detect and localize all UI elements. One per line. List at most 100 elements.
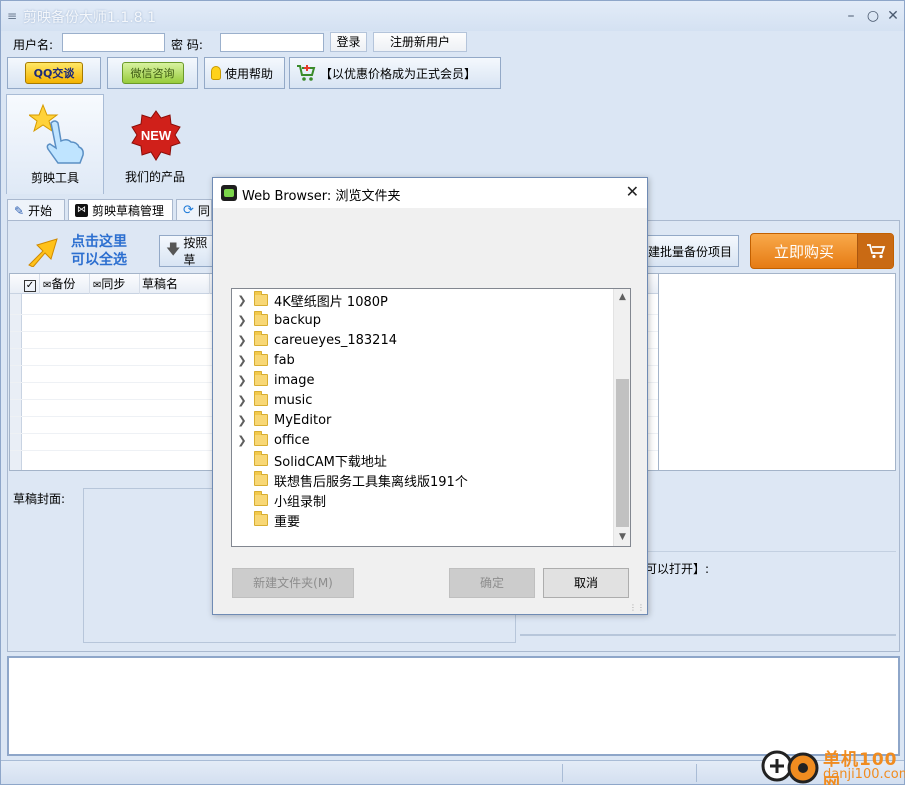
folder-tree[interactable]: ❯ 4K壁纸图片 1080P ❯ backup ❯ careueyes_183214 ❯ fa… (231, 288, 631, 547)
column-draft-name[interactable]: 草稿名 (140, 274, 210, 294)
help-button[interactable]: 使用帮助 (204, 57, 285, 89)
browse-folder-dialog: Web Browser: 浏览文件夹 ✕ ❯ 4K壁纸图片 1080P ❯ backu… (212, 177, 648, 615)
scroll-thumb[interactable] (616, 379, 629, 527)
username-input[interactable] (62, 33, 165, 52)
folder-icon (254, 351, 268, 366)
select-all-checkbox[interactable]: ✓ (22, 274, 40, 294)
arrow-down-icon: 🡇 (166, 242, 181, 258)
vertical-scrollbar[interactable]: ▲ ▼ (613, 289, 630, 546)
watermark: 单机100网 danji100.com (761, 746, 905, 785)
qq-chat-button[interactable]: QQ交谈 (7, 57, 101, 89)
password-label: 密 码: (171, 38, 203, 52)
chevron-right-icon[interactable]: ❯ (234, 394, 250, 407)
folder-item[interactable]: ❯ office (232, 430, 612, 450)
status-cell (1, 764, 563, 782)
folder-item[interactable]: SolidCAM下载地址 (232, 450, 612, 470)
dialog-close-icon[interactable]: ✕ (626, 182, 639, 201)
username-label: 用户名: (13, 38, 54, 52)
dialog-title-bar: Web Browser: 浏览文件夹 ✕ (213, 178, 647, 208)
title-bar: ≡ 剪映备份大师1.1.8.1 – ○ ✕ (1, 1, 904, 31)
folder-name: MyEditor (274, 412, 332, 428)
select-all-line1: 点击这里 (71, 234, 127, 250)
scroll-down-icon[interactable]: ▼ (614, 529, 630, 546)
folder-name: careueyes_183214 (274, 332, 397, 348)
cancel-button[interactable]: 取消 (543, 568, 629, 598)
folder-item[interactable]: ❯ image (232, 370, 612, 390)
column-sync[interactable]: ✉同步 (90, 274, 140, 294)
folder-item[interactable]: ❯ careueyes_183214 (232, 330, 612, 350)
window-title: 剪映备份大师1.1.8.1 (23, 10, 156, 26)
wechat-button[interactable]: 微信咨询 (107, 57, 198, 89)
folder-icon (254, 491, 268, 506)
status-cell (563, 764, 697, 782)
divider (520, 634, 896, 636)
folder-name: backup (274, 312, 321, 328)
scroll-up-icon[interactable]: ▲ (614, 289, 630, 306)
cart-icon (297, 65, 316, 81)
folder-icon (254, 331, 268, 346)
register-button[interactable]: 注册新用户 (373, 32, 467, 52)
folder-item[interactable]: 小组录制 (232, 490, 612, 510)
chevron-right-icon[interactable]: ❯ (234, 314, 250, 327)
chevron-right-icon[interactable]: ❯ (234, 334, 250, 347)
vip-button[interactable]: 【以优惠价格成为正式会员】 (289, 57, 501, 89)
column-sync-label: 同步 (101, 277, 126, 291)
chevron-right-icon[interactable]: ❯ (234, 294, 250, 307)
maximize-icon[interactable]: ○ (863, 7, 883, 25)
new-badge-icon: NEW (131, 110, 181, 161)
folder-item[interactable]: ❯ 4K壁纸图片 1080P (232, 290, 612, 310)
folder-icon (254, 311, 268, 326)
tab-start[interactable]: ✎ 开始 (7, 199, 65, 221)
column-backup-label: 备份 (51, 277, 76, 291)
ok-button[interactable]: 确定 (449, 568, 535, 598)
password-input[interactable] (220, 33, 324, 52)
folder-item[interactable]: 重要 (232, 510, 612, 530)
detail-pane (659, 273, 896, 471)
buy-now-button[interactable]: 立即购买 (750, 233, 894, 269)
tab-draft-manager-label: 剪映草稿管理 (92, 204, 165, 218)
folder-item[interactable]: ❯ fab (232, 350, 612, 370)
chevron-right-icon[interactable]: ❯ (234, 374, 250, 387)
minimize-icon[interactable]: – (841, 7, 861, 25)
batch-backup-button[interactable]: 建批量备份项目 (641, 235, 739, 267)
nav-jianying-tools[interactable]: 剪映工具 (6, 94, 104, 194)
dialog-title: Web Browser: 浏览文件夹 (242, 189, 401, 204)
folder-icon (254, 371, 268, 386)
system-menu-icon[interactable]: ≡ (7, 9, 17, 23)
folder-item[interactable]: ❯ music (232, 390, 612, 410)
resize-grip-icon[interactable]: ⋮⋮ (629, 603, 645, 612)
folder-name: SolidCAM下载地址 (274, 454, 387, 470)
close-icon[interactable]: ✕ (883, 7, 903, 25)
folder-icon (254, 451, 268, 466)
folder-item[interactable]: 联想售后服务工具集离线版191个 (232, 470, 612, 490)
chevron-right-icon[interactable]: ❯ (234, 434, 250, 447)
lightbulb-icon (211, 66, 221, 80)
hand-pointer-icon (29, 103, 84, 164)
chevron-right-icon[interactable]: ❯ (234, 354, 250, 367)
folder-name: image (274, 372, 315, 388)
folder-item[interactable]: ❯ backup (232, 310, 612, 330)
help-label: 使用帮助 (225, 66, 274, 81)
folder-icon (254, 511, 268, 526)
folder-icon (254, 411, 268, 426)
new-folder-button[interactable]: 新建文件夹(M) (232, 568, 354, 598)
nav-our-products[interactable]: NEW 我们的产品 (106, 94, 204, 194)
tab-sync[interactable]: ⟳ 同 (176, 199, 212, 221)
select-all-text: 点击这里 可以全选 (71, 233, 127, 269)
watermark-text-2: danji100.com (823, 767, 905, 782)
qq-chat-label: QQ交谈 (24, 62, 84, 84)
login-button[interactable]: 登录 (330, 32, 367, 52)
chevron-right-icon[interactable]: ❯ (234, 414, 250, 427)
select-all-button[interactable]: 点击这里 可以全选 (23, 233, 145, 269)
folder-name: office (274, 432, 310, 448)
folder-name: 重要 (274, 514, 301, 530)
folder-item[interactable]: ❯ MyEditor (232, 410, 612, 430)
log-area[interactable] (7, 656, 900, 756)
tab-draft-manager[interactable]: ⋈ 剪映草稿管理 (68, 199, 173, 221)
cart-icon (857, 234, 893, 268)
folder-name: 4K壁纸图片 1080P (274, 294, 388, 310)
column-draft-name-label: 草稿名 (142, 277, 179, 291)
folder-icon (254, 291, 268, 306)
sort-button[interactable]: 🡇 按照草 (159, 235, 219, 267)
column-backup[interactable]: ✉备份 (40, 274, 90, 294)
